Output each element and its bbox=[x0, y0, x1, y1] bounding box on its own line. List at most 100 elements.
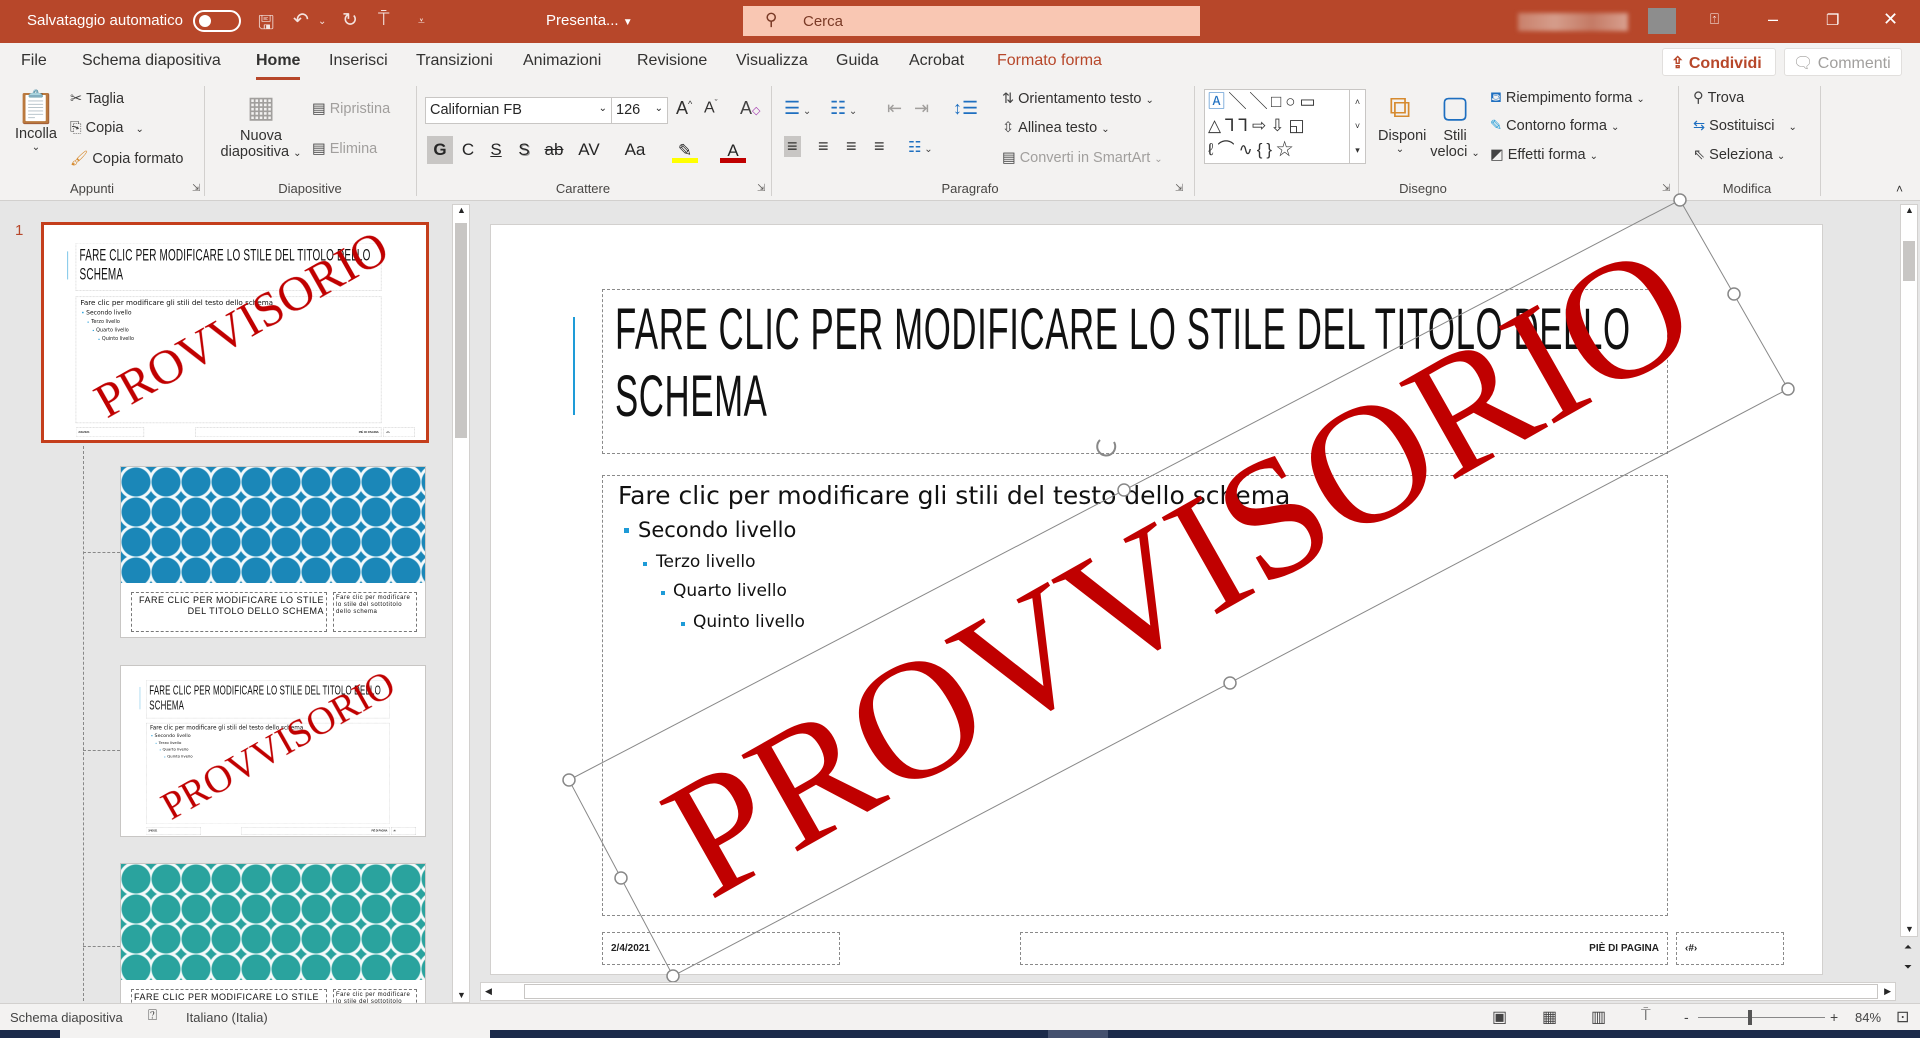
zoom-out-button[interactable]: - bbox=[1684, 1009, 1689, 1025]
tab-file[interactable]: File bbox=[21, 52, 47, 70]
slide-canvas[interactable]: FARE CLIC PER MODIFICARE LO STILE DEL TI… bbox=[490, 224, 1823, 975]
redo-icon[interactable]: ↻ bbox=[342, 9, 358, 32]
fit-to-window-icon[interactable]: ⊡ bbox=[1896, 1007, 1909, 1027]
tab-view[interactable]: Visualizza bbox=[736, 52, 808, 70]
delete-button[interactable]: ▤ Elimina bbox=[312, 141, 377, 157]
tab-acrobat[interactable]: Acrobat bbox=[909, 52, 964, 70]
comments-button[interactable]: 🗨 Commenti bbox=[1784, 48, 1902, 76]
file-name[interactable]: Presenta... ▼ bbox=[546, 12, 633, 29]
dialog-launcher-icon[interactable]: ⇲ bbox=[1175, 183, 1183, 194]
select-button[interactable]: ⇖ Seleziona ⌄ bbox=[1693, 147, 1785, 163]
scrollbar-thumb[interactable] bbox=[455, 223, 467, 438]
taskbar-item[interactable] bbox=[60, 1030, 490, 1038]
numbering-icon[interactable]: ☷ ⌄ bbox=[830, 98, 857, 119]
slide-number-placeholder[interactable]: ‹#› bbox=[1676, 932, 1784, 965]
shapes-gallery[interactable]: 🄰╲╲□○▭ △⅂⅂⇨⇩◱ ℓ⌒∿{}☆ ˄ ˅ ▾ bbox=[1204, 89, 1366, 164]
align-left-icon[interactable]: ≡ bbox=[784, 136, 801, 157]
scroll-right-icon[interactable]: ▶ bbox=[1884, 986, 1891, 997]
undo-dropdown-icon[interactable]: ⌄ bbox=[318, 16, 326, 27]
avatar[interactable] bbox=[1648, 8, 1676, 34]
horizontal-scrollbar[interactable]: ◀ ▶ bbox=[480, 982, 1896, 1001]
zoom-level[interactable]: 84% bbox=[1855, 1010, 1881, 1025]
tab-transitions[interactable]: Transizioni bbox=[416, 52, 493, 70]
decrease-indent-icon[interactable]: ⇤ bbox=[887, 98, 902, 119]
previous-slide-icon[interactable]: ⏶ bbox=[1904, 942, 1912, 953]
italic-button[interactable]: C bbox=[455, 136, 481, 164]
customize-qat-icon[interactable]: ⩡ bbox=[418, 14, 425, 29]
copy-button[interactable]: ⎘ Copia ⌄ bbox=[70, 120, 144, 136]
scrollbar-thumb[interactable] bbox=[524, 984, 1878, 999]
reading-view-icon[interactable]: ▥ bbox=[1591, 1007, 1606, 1027]
shape-effects-button[interactable]: ◩ Effetti forma ⌄ bbox=[1490, 147, 1598, 163]
autosave-toggle[interactable] bbox=[193, 10, 241, 32]
undo-icon[interactable]: ↶ bbox=[293, 9, 309, 32]
scrollbar-thumb[interactable] bbox=[1903, 241, 1915, 281]
vertical-scrollbar[interactable]: ▲ ▼ bbox=[1900, 204, 1918, 937]
arrange-button[interactable]: ⧉ Disponi ⌄ bbox=[1378, 88, 1426, 155]
next-slide-icon[interactable]: ⏷ bbox=[1904, 962, 1912, 973]
dialog-launcher-icon[interactable]: ⇲ bbox=[757, 183, 765, 194]
normal-view-icon[interactable]: ▣ bbox=[1492, 1007, 1507, 1027]
format-painter-button[interactable]: 🖌 Copia formato bbox=[70, 150, 184, 167]
slideshow-icon[interactable]: ⍑ bbox=[1641, 1007, 1651, 1025]
thumbnail-layout-section[interactable]: FARE CLIC PER MODIFICARE LO STILE Fare c… bbox=[120, 863, 426, 1003]
tab-slide-master[interactable]: Schema diapositiva bbox=[82, 52, 221, 70]
tab-review[interactable]: Revisione bbox=[637, 52, 707, 70]
paste-button[interactable]: 📋 Incolla ⌄ bbox=[14, 88, 58, 153]
font-size-select[interactable]: 126 ⌄ bbox=[611, 97, 668, 124]
close-icon[interactable]: ✕ bbox=[1883, 9, 1898, 30]
present-icon[interactable]: ⍑ bbox=[378, 9, 389, 31]
shape-outline-button[interactable]: ✎ Contorno forma ⌄ bbox=[1490, 118, 1619, 134]
zoom-slider[interactable] bbox=[1698, 1017, 1825, 1018]
thumbnail-layout-content[interactable]: FARE CLIC PER MODIFICARE LO STILE DEL TI… bbox=[120, 665, 426, 837]
bold-button[interactable]: G bbox=[427, 136, 453, 164]
line-spacing-icon[interactable]: ↕☰ bbox=[953, 98, 978, 119]
collapse-ribbon-icon[interactable]: ˄ bbox=[1896, 182, 1903, 196]
taskbar-item[interactable] bbox=[1048, 1030, 1108, 1038]
find-button[interactable]: ⚲ Trova bbox=[1693, 90, 1744, 106]
grow-font-icon[interactable]: A^ bbox=[676, 98, 692, 119]
scroll-up-icon[interactable]: ▲ bbox=[1905, 205, 1914, 215]
highlighter-icon[interactable]: ✎ bbox=[672, 137, 698, 163]
shrink-font-icon[interactable]: Aˇ bbox=[704, 98, 718, 117]
scroll-down-icon[interactable]: ▼ bbox=[457, 990, 466, 1000]
thumbnail-layout-title[interactable]: FARE CLIC PER MODIFICARE LO STILE DEL TI… bbox=[120, 466, 426, 638]
text-direction-button[interactable]: ⇅ Orientamento testo ⌄ bbox=[1002, 91, 1154, 107]
columns-icon[interactable]: ☷ ⌄ bbox=[908, 138, 933, 156]
underline-button[interactable]: S bbox=[483, 136, 509, 164]
language[interactable]: Italiano (Italia) bbox=[186, 1010, 268, 1025]
cut-button[interactable]: ✂ Taglia bbox=[70, 91, 124, 107]
new-slide-button[interactable]: ▦ Nuova diapositiva ⌄ bbox=[218, 88, 304, 160]
scroll-up-icon[interactable]: ▲ bbox=[457, 205, 466, 215]
shape-fill-button[interactable]: ⛾ Riempimento forma ⌄ bbox=[1490, 90, 1645, 108]
gallery-scroll[interactable]: ˄ ˅ ▾ bbox=[1349, 90, 1365, 163]
dialog-launcher-icon[interactable]: ⇲ bbox=[192, 183, 200, 194]
date-placeholder[interactable]: 2/4/2021 bbox=[602, 932, 840, 965]
dialog-launcher-icon[interactable]: ⇲ bbox=[1662, 183, 1670, 194]
align-center-icon[interactable]: ≡ bbox=[818, 136, 829, 157]
share-button[interactable]: ⇪ Condividi bbox=[1662, 48, 1776, 76]
character-spacing-button[interactable]: AV bbox=[572, 136, 606, 164]
replace-button[interactable]: ⇆ Sostituisci ⌄ bbox=[1693, 118, 1797, 134]
font-name-select[interactable]: Californian FB ⌄ bbox=[425, 97, 612, 124]
tab-home[interactable]: Home bbox=[256, 52, 301, 80]
align-text-button[interactable]: ⇳ Allinea testo ⌄ bbox=[1002, 120, 1110, 136]
increase-indent-icon[interactable]: ⇥ bbox=[914, 98, 929, 119]
quick-styles-button[interactable]: ▢ Stili veloci ⌄ bbox=[1428, 88, 1482, 160]
slide-sorter-icon[interactable]: ▦ bbox=[1542, 1007, 1557, 1027]
tab-animations[interactable]: Animazioni bbox=[523, 52, 601, 70]
tab-help[interactable]: Guida bbox=[836, 52, 879, 70]
font-color-icon[interactable]: A bbox=[720, 137, 746, 163]
thumbnail-scrollbar[interactable]: ▲ ▼ bbox=[452, 204, 470, 1003]
footer-placeholder[interactable]: PIÈ DI PAGINA bbox=[1020, 932, 1668, 965]
align-right-icon[interactable]: ≡ bbox=[846, 136, 857, 157]
minimize-icon[interactable]: – bbox=[1768, 9, 1778, 30]
scroll-down-icon[interactable]: ▼ bbox=[1905, 924, 1914, 934]
thumbnail-slide-master[interactable]: FARE CLIC PER MODIFICARE LO STILE DEL TI… bbox=[41, 222, 429, 443]
account-name[interactable] bbox=[1518, 13, 1628, 31]
zoom-in-button[interactable]: + bbox=[1830, 1009, 1838, 1025]
strikethrough-button[interactable]: ab bbox=[541, 136, 567, 164]
save-icon[interactable]: 🖫 bbox=[258, 9, 274, 41]
restore-icon[interactable]: ❐ bbox=[1826, 11, 1839, 29]
justify-icon[interactable]: ≡ bbox=[874, 136, 885, 157]
